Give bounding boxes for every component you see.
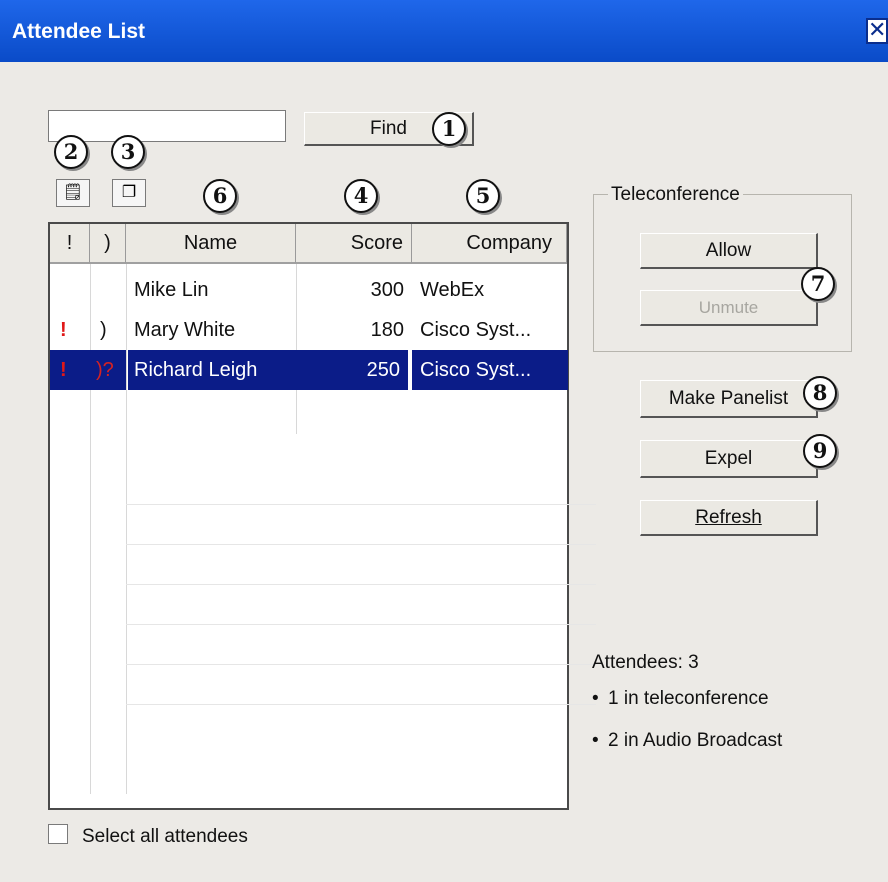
teleconference-count: 1 in teleconference xyxy=(608,688,769,709)
header-score-label: Score xyxy=(350,232,403,254)
company-cell: WebEx xyxy=(420,279,485,301)
name-cell: Mike Lin xyxy=(134,279,209,301)
broadcast-count: 2 in Audio Broadcast xyxy=(608,730,783,751)
company-cell: Cisco Syst... xyxy=(420,319,532,341)
company-cell: Cisco Syst... xyxy=(412,350,568,390)
header-audio-label: ) xyxy=(104,232,111,254)
callout-8: 8 xyxy=(803,376,837,410)
refresh-button[interactable]: Refresh xyxy=(640,500,818,536)
score-cell: 180 xyxy=(370,319,404,341)
name-cell: Richard Leigh xyxy=(128,350,296,390)
row-divider xyxy=(126,664,596,665)
search-input[interactable] xyxy=(48,110,286,142)
name-cell: Mary White xyxy=(134,319,236,341)
column-divider xyxy=(296,264,297,434)
header-company[interactable]: Company xyxy=(412,224,567,264)
title-bar: Attendee List ✕ xyxy=(0,0,888,62)
callout-2: 2 xyxy=(54,135,88,169)
row-divider xyxy=(126,624,596,625)
attendee-count: Attendees: 3 xyxy=(592,652,699,673)
column-divider xyxy=(90,264,91,794)
bullet-dot: • xyxy=(592,688,599,709)
header-name[interactable]: Name xyxy=(126,224,296,264)
expel-button[interactable]: Expel xyxy=(640,440,818,478)
audio-icon: ) xyxy=(100,319,107,341)
header-company-label: Company xyxy=(466,232,552,254)
row-divider xyxy=(126,584,596,585)
teleconference-label: Teleconference xyxy=(608,184,743,206)
make-panelist-button[interactable]: Make Panelist xyxy=(640,380,818,418)
unmute-button[interactable]: Unmute xyxy=(640,290,818,326)
callout-6: 6 xyxy=(203,179,237,213)
attendee-table[interactable]: ! ) Name Score Company Mike Lin 300 WebE… xyxy=(48,222,596,810)
header-score[interactable]: Score xyxy=(296,224,412,264)
callout-4: 4 xyxy=(344,179,378,213)
column-divider xyxy=(126,264,127,794)
callout-3: 3 xyxy=(111,135,145,169)
alert-icon: ! xyxy=(60,359,67,381)
header-alert[interactable]: ! xyxy=(50,224,90,264)
audio-icon: )? xyxy=(96,359,114,381)
window-title: Attendee List xyxy=(12,20,146,43)
close-icon[interactable]: ✕ xyxy=(866,18,888,44)
row-divider xyxy=(126,544,596,545)
header-alert-label: ! xyxy=(66,232,73,254)
score-cell: 250 xyxy=(296,350,408,390)
select-all-label[interactable]: Select all attendees xyxy=(82,826,248,848)
callout-1: 1 xyxy=(432,112,466,146)
copy-icon[interactable]: ❐ xyxy=(112,179,146,207)
bullet-dot: • xyxy=(592,730,599,751)
note-icon[interactable]: 🗒 xyxy=(56,179,90,207)
row-divider xyxy=(126,504,596,505)
callout-7: 7 xyxy=(801,267,835,301)
callout-9: 9 xyxy=(803,434,837,468)
callout-5: 5 xyxy=(466,179,500,213)
score-cell: 300 xyxy=(370,279,404,301)
select-all-checkbox[interactable] xyxy=(48,824,68,844)
alert-icon: ! xyxy=(60,319,67,341)
header-audio[interactable]: ) xyxy=(90,224,126,264)
row-divider xyxy=(126,704,596,705)
allow-button[interactable]: Allow xyxy=(640,233,818,269)
attendee-list-dialog: Attendee List ✕ Find 1 2 3 🗒 ❐ 6 4 5 ! )… xyxy=(0,0,888,882)
header-name-label: Name xyxy=(183,232,238,254)
